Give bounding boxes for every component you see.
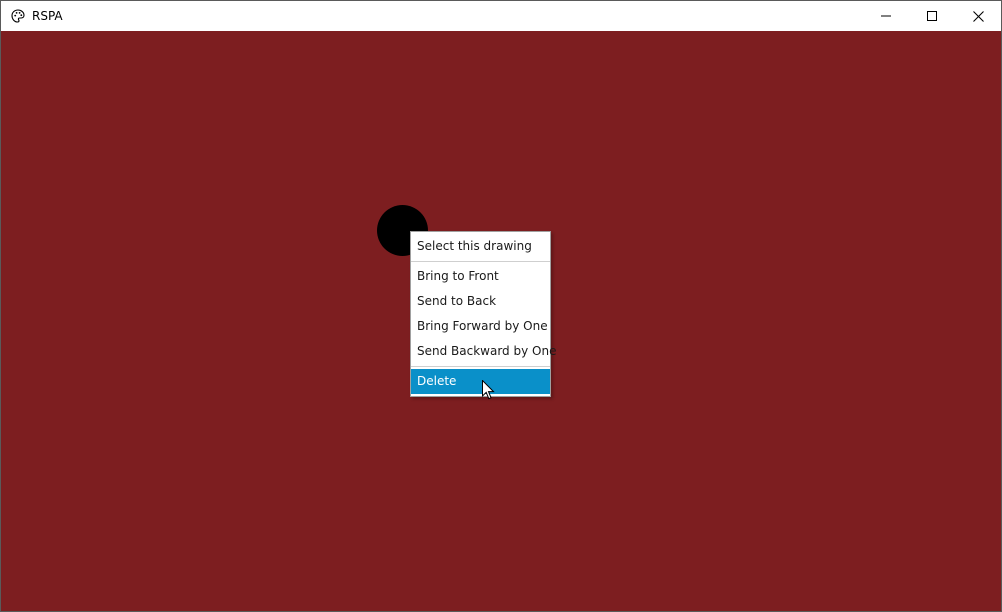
- title-bar[interactable]: RSPA: [1, 1, 1001, 31]
- close-button[interactable]: [955, 1, 1001, 31]
- menu-item-send-backward[interactable]: Send Backward by One: [411, 339, 556, 364]
- maximize-button[interactable]: [909, 1, 955, 31]
- menu-item-delete[interactable]: Delete: [411, 369, 550, 394]
- palette-icon: [10, 8, 26, 24]
- menu-item-select-drawing[interactable]: Select this drawing: [411, 234, 550, 259]
- minimize-button[interactable]: [863, 1, 909, 31]
- caption-buttons: [863, 1, 1001, 31]
- menu-item-send-to-back[interactable]: Send to Back: [411, 289, 550, 314]
- menu-item-bring-to-front[interactable]: Bring to Front: [411, 264, 550, 289]
- minimize-icon: [881, 15, 891, 17]
- menu-separator: [411, 366, 550, 367]
- context-menu: Select this drawing Bring to Front Send …: [410, 231, 556, 397]
- close-icon: [972, 10, 984, 22]
- drawing-canvas[interactable]: Select this drawing Bring to Front Send …: [1, 31, 1001, 611]
- window-title: RSPA: [32, 9, 63, 23]
- maximize-icon: [927, 11, 937, 21]
- app-window: RSPA Select this drawing Bring to Front …: [0, 0, 1002, 612]
- menu-separator: [411, 261, 550, 262]
- menu-item-bring-forward[interactable]: Bring Forward by One: [411, 314, 550, 339]
- mouse-cursor-icon: [482, 380, 495, 400]
